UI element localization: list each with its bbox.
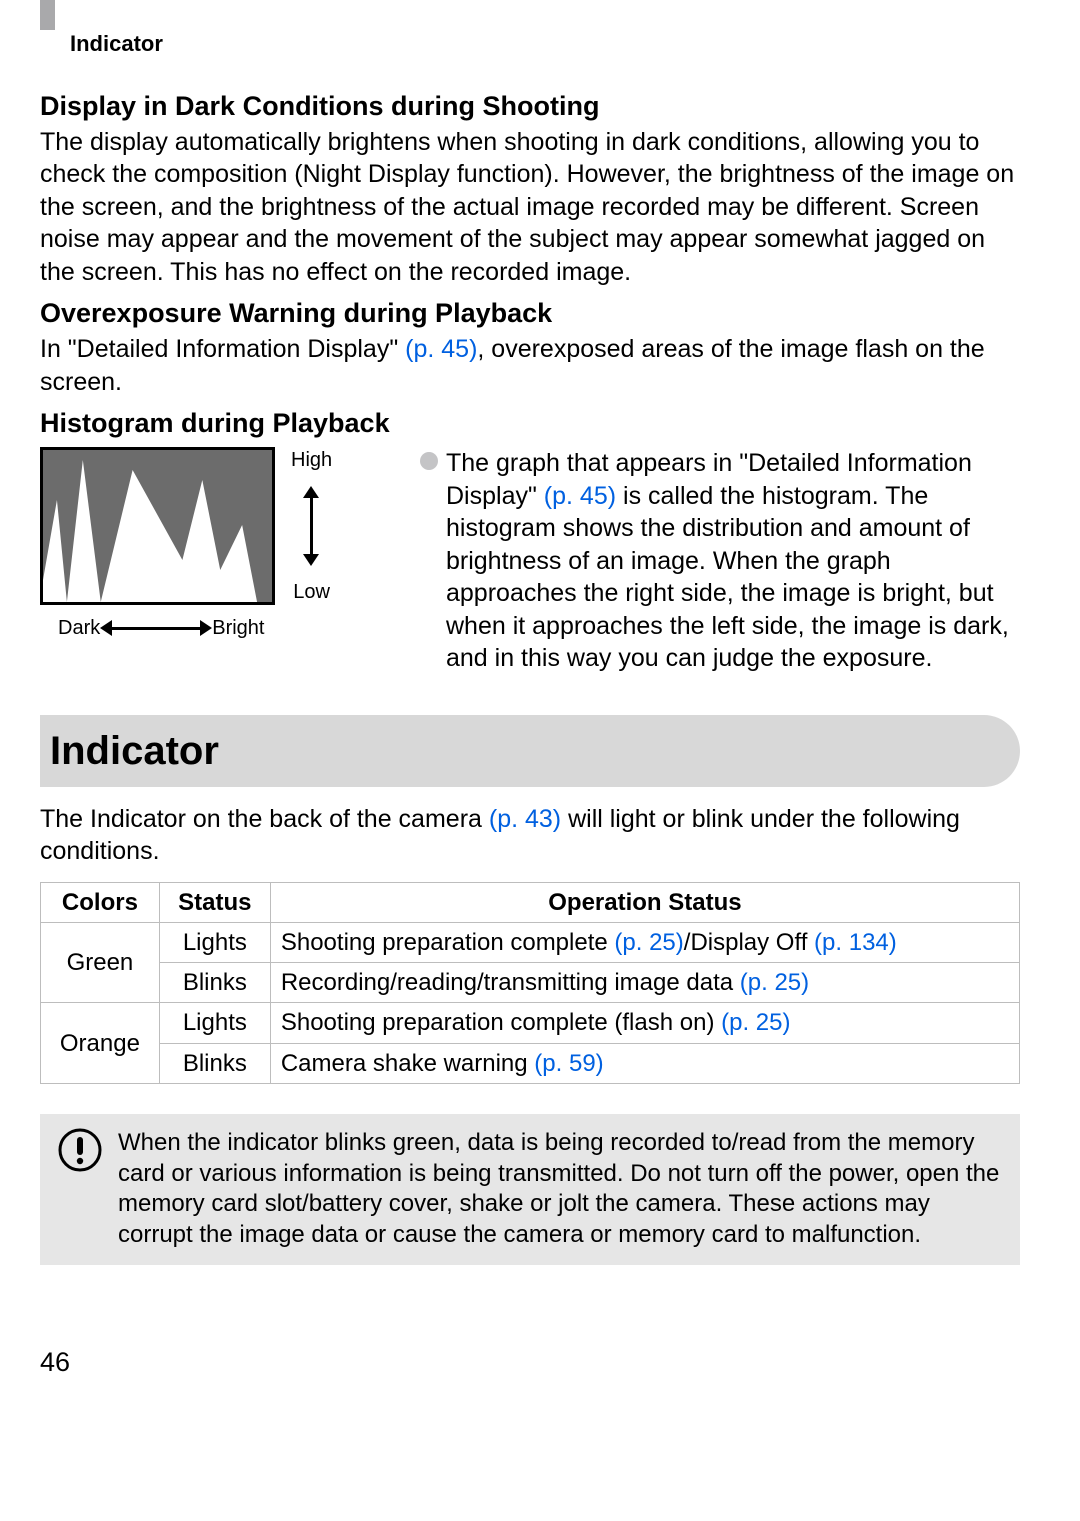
cell-op: Shooting preparation complete (flash on)… xyxy=(270,1003,1019,1043)
caution-icon xyxy=(58,1128,102,1172)
histogram-graph xyxy=(40,447,275,605)
body-dark-conditions: The display automatically brightens when… xyxy=(40,126,1020,289)
label-dark: Dark xyxy=(58,615,100,641)
cell-status: Lights xyxy=(159,1003,270,1043)
warning-box: When the indicator blinks green, data is… xyxy=(40,1114,1020,1265)
indicator-intro: The Indicator on the back of the camera … xyxy=(40,803,1020,868)
warning-text: When the indicator blinks green, data is… xyxy=(118,1128,1002,1251)
op-text: Shooting preparation complete (flash on) xyxy=(281,1009,721,1036)
op-text: Camera shake warning xyxy=(281,1050,534,1077)
page-ref-link[interactable]: (p. 45) xyxy=(544,482,616,510)
cell-status: Blinks xyxy=(159,963,270,1003)
histogram-vertical-labels: High Low xyxy=(291,447,332,605)
label-high: High xyxy=(291,447,332,473)
page-ref-link[interactable]: (p. 134) xyxy=(814,929,897,956)
indicator-intro-pre: The Indicator on the back of the camera xyxy=(40,805,489,833)
cell-op: Camera shake warning (p. 59) xyxy=(270,1043,1019,1083)
table-header-row: Colors Status Operation Status xyxy=(41,882,1020,922)
cell-op: Recording/reading/transmitting image dat… xyxy=(270,963,1019,1003)
table-row: Blinks Recording/reading/transmitting im… xyxy=(41,963,1020,1003)
table-row: Blinks Camera shake warning (p. 59) xyxy=(41,1043,1020,1083)
table-row: Green Lights Shooting preparation comple… xyxy=(41,923,1020,963)
page-ref-link[interactable]: (p. 45) xyxy=(405,335,477,363)
histogram-svg xyxy=(43,450,272,602)
histogram-block: High Low Dark Bright The graph that appe… xyxy=(40,447,1020,675)
page-ref-link[interactable]: (p. 43) xyxy=(489,805,561,833)
section-title-indicator: Indicator xyxy=(40,715,1020,787)
page-ref-link[interactable]: (p. 25) xyxy=(740,969,809,996)
col-op: Operation Status xyxy=(270,882,1019,922)
cell-color: Green xyxy=(41,923,160,1003)
col-colors: Colors xyxy=(41,882,160,922)
page-ref-link[interactable]: (p. 59) xyxy=(534,1050,603,1077)
page-ref-link[interactable]: (p. 25) xyxy=(614,929,683,956)
histogram-figure: High Low Dark Bright xyxy=(40,447,360,675)
op-text: Recording/reading/transmitting image dat… xyxy=(281,969,740,996)
heading-dark-conditions: Display in Dark Conditions during Shooti… xyxy=(40,89,1020,124)
histogram-description: The graph that appears in "Detailed Info… xyxy=(420,447,1020,675)
hist-text-post: is called the histogram. The histogram s… xyxy=(446,482,1009,673)
indicator-table: Colors Status Operation Status Green Lig… xyxy=(40,882,1020,1084)
bullet-icon xyxy=(420,452,438,470)
op-text: /Display Off xyxy=(684,929,814,956)
op-text: Shooting preparation complete xyxy=(281,929,615,956)
table-row: Orange Lights Shooting preparation compl… xyxy=(41,1003,1020,1043)
running-header: Indicator xyxy=(70,30,1020,59)
label-bright: Bright xyxy=(212,615,264,641)
heading-histogram: Histogram during Playback xyxy=(40,406,1020,441)
heading-overexposure: Overexposure Warning during Playback xyxy=(40,296,1020,331)
cell-op: Shooting preparation complete (p. 25)/Di… xyxy=(270,923,1019,963)
side-tab xyxy=(40,0,55,30)
histogram-horizontal-labels: Dark Bright xyxy=(58,615,360,641)
overexposure-text-pre: In "Detailed Information Display" xyxy=(40,335,405,363)
page-ref-link[interactable]: (p. 25) xyxy=(721,1009,790,1036)
cell-color: Orange xyxy=(41,1003,160,1083)
vertical-arrow-icon xyxy=(310,496,313,556)
label-low: Low xyxy=(293,579,330,605)
cell-status: Lights xyxy=(159,923,270,963)
page-number: 46 xyxy=(40,1345,1020,1380)
cell-status: Blinks xyxy=(159,1043,270,1083)
col-status: Status xyxy=(159,882,270,922)
horizontal-arrow-icon xyxy=(110,627,202,630)
body-overexposure: In "Detailed Information Display" (p. 45… xyxy=(40,333,1020,398)
